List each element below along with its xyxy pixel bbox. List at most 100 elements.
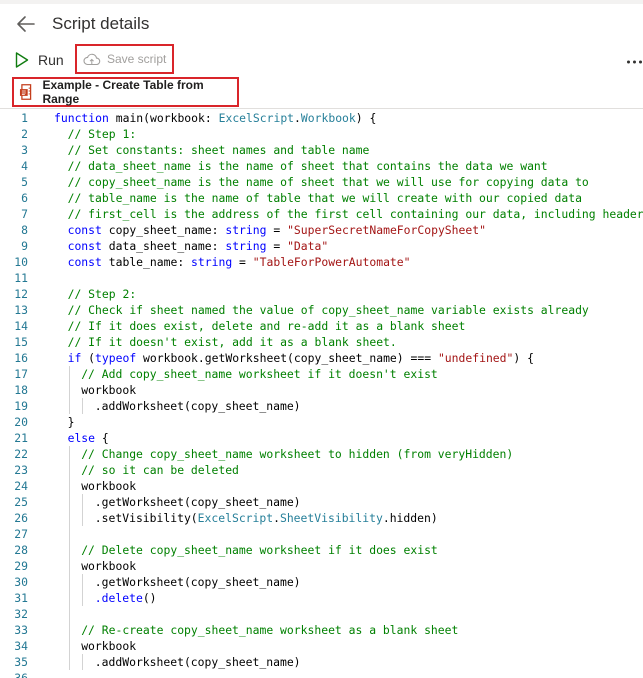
line-number: 30 xyxy=(14,575,28,589)
code-text: // Set constants: sheet names and table … xyxy=(68,142,370,158)
code-token: string xyxy=(191,255,233,269)
back-button[interactable] xyxy=(14,12,38,36)
code-line: 1 function main(workbook: ExcelScript.Wor… xyxy=(0,110,643,126)
indent-guide xyxy=(68,654,70,670)
code-text: .getWorksheet(copy_sheet_name) xyxy=(95,494,301,510)
script-name-tag: Example - Create Table from Range xyxy=(12,77,239,107)
more-options-button[interactable] xyxy=(626,48,643,72)
code-token: // copy_sheet_name is the name of sheet … xyxy=(67,175,589,189)
code-text: workbook xyxy=(81,478,136,494)
line-number: 14 xyxy=(14,319,28,333)
code-token: // Change copy_sheet_name worksheet to h… xyxy=(81,447,514,461)
code-line: 2 // Step 1: xyxy=(0,126,643,142)
arrow-left-icon xyxy=(17,16,35,32)
code-text: .addWorksheet(copy_sheet_name) xyxy=(95,654,301,670)
code-line: 4 // data_sheet_name is the name of sheet… xyxy=(0,158,643,174)
code-line: 33 // Re-create copy_sheet_name worksheet… xyxy=(0,622,643,638)
code-text: if (typeof workbook.getWorksheet(copy_sh… xyxy=(68,350,534,366)
code-line: 15 // If it doesn't exist, add it as a bl… xyxy=(0,334,643,350)
code-token: .addWorksheet(copy_sheet_name) xyxy=(94,655,301,669)
line-number: 11 xyxy=(14,271,28,285)
code-line: 35 .addWorksheet(copy_sheet_name) xyxy=(0,654,643,670)
indent-guide xyxy=(68,590,70,606)
code-token: // first_cell is the address of the firs… xyxy=(67,207,643,221)
code-token: const xyxy=(67,223,102,237)
code-line: 11 xyxy=(0,270,643,286)
code-line: 5 // copy_sheet_name is the name of sheet… xyxy=(0,174,643,190)
code-token: workbook.getWorksheet(copy_sheet_name) =… xyxy=(136,351,438,365)
code-token: // Check if sheet named the value of cop… xyxy=(67,303,589,317)
code-text: // first_cell is the address of the firs… xyxy=(68,206,643,222)
code-line: 25 .getWorksheet(copy_sheet_name) xyxy=(0,494,643,510)
code-line: 14 // If it does exist, delete and re-add… xyxy=(0,318,643,334)
code-token: ) { xyxy=(513,351,534,365)
line-number: 31 xyxy=(14,591,28,605)
code-token: typeof xyxy=(95,351,137,365)
script-file-icon xyxy=(19,84,32,100)
code-editor[interactable]: 1 function main(workbook: ExcelScript.Wor… xyxy=(0,109,643,678)
run-button[interactable]: Run xyxy=(14,48,64,72)
code-token: // Set constants: sheet names and table … xyxy=(67,143,370,157)
indent-guide xyxy=(82,510,84,526)
indent-guide xyxy=(68,638,70,654)
code-token: Workbook xyxy=(300,111,356,125)
indent-guide xyxy=(68,558,70,574)
code-line: 36 xyxy=(0,670,643,678)
code-token: ExcelScript xyxy=(218,111,295,125)
code-token: ( xyxy=(81,351,96,365)
play-icon xyxy=(15,52,29,68)
line-number: 9 xyxy=(21,239,28,253)
code-token: } xyxy=(67,415,75,429)
toolbar: Run Save script xyxy=(0,44,643,76)
code-token: ) { xyxy=(355,111,377,125)
code-token: // Step 1: xyxy=(67,127,137,141)
code-token: else xyxy=(67,431,96,445)
code-token: "undefined" xyxy=(437,351,514,365)
code-token: "SuperSecretNameForCopySheet" xyxy=(287,223,486,237)
page-title: Script details xyxy=(52,14,150,33)
code-line: 13 // Check if sheet named the value of c… xyxy=(0,302,643,318)
code-token: string xyxy=(225,223,267,237)
code-token: const xyxy=(67,255,102,269)
code-token: . xyxy=(294,111,301,125)
line-number: 24 xyxy=(14,479,28,493)
cloud-save-icon xyxy=(83,53,101,66)
code-line: 19 .addWorksheet(copy_sheet_name) xyxy=(0,398,643,414)
indent-guide xyxy=(68,574,70,590)
code-line: 3 // Set constants: sheet names and table… xyxy=(0,142,643,158)
code-line: 7 // first_cell is the address of the fir… xyxy=(0,206,643,222)
code-token: main(workbook: xyxy=(108,111,219,125)
code-line: 30 .getWorksheet(copy_sheet_name) xyxy=(0,574,643,590)
indent-guide xyxy=(68,366,70,382)
code-text: .getWorksheet(copy_sheet_name) xyxy=(95,574,301,590)
line-number: 29 xyxy=(14,559,28,573)
line-number: 23 xyxy=(14,463,28,477)
code-token: .getWorksheet(copy_sheet_name) xyxy=(94,495,301,509)
save-script-button[interactable]: Save script xyxy=(75,44,174,74)
indent-guide xyxy=(68,478,70,494)
line-number: 19 xyxy=(14,399,28,413)
code-text: // Step 2: xyxy=(68,286,137,302)
code-token: // Delete copy_sheet_name worksheet if i… xyxy=(81,543,438,557)
code-text: // table_name is the name of table that … xyxy=(68,190,582,206)
indent-guide xyxy=(68,622,70,638)
script-name: Example - Create Table from Range xyxy=(42,78,204,106)
code-line: 12 // Step 2: xyxy=(0,286,643,302)
code-token: // data_sheet_name is the name of sheet … xyxy=(67,159,548,173)
code-token: copy_sheet_name: xyxy=(101,223,226,237)
indent-guide xyxy=(68,398,70,414)
code-text: workbook xyxy=(81,382,136,398)
code-text: // Change copy_sheet_name worksheet to h… xyxy=(81,446,513,462)
line-number: 20 xyxy=(14,415,28,429)
code-token: workbook xyxy=(81,639,137,653)
code-token: data_sheet_name: xyxy=(101,239,226,253)
code-token: // Re-create copy_sheet_name worksheet a… xyxy=(81,623,459,637)
code-token: // Step 2: xyxy=(67,287,137,301)
code-line: 22 // Change copy_sheet_name worksheet to… xyxy=(0,446,643,462)
indent-guide xyxy=(68,494,70,510)
code-token: . xyxy=(273,511,280,525)
code-line: 28 // Delete copy_sheet_name worksheet if… xyxy=(0,542,643,558)
line-number: 26 xyxy=(14,511,28,525)
code-text: workbook xyxy=(81,558,136,574)
code-token: ExcelScript xyxy=(197,511,274,525)
